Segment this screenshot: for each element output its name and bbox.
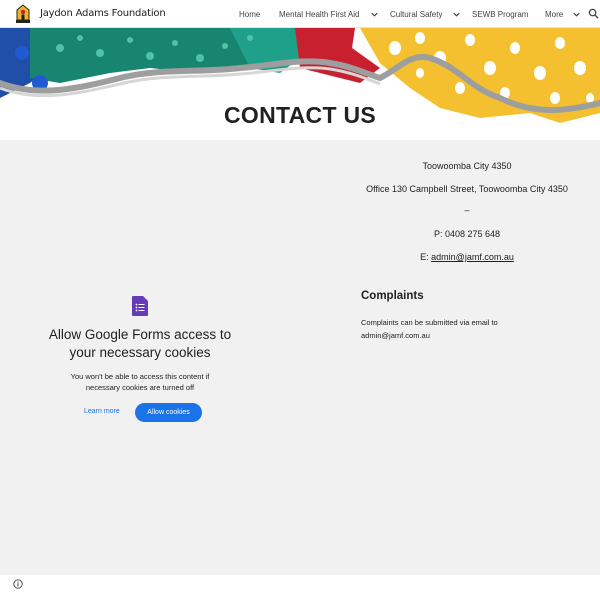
forms-consent-body: You won't be able to access this content…	[70, 372, 210, 392]
learn-more-link[interactable]: Learn more	[84, 408, 120, 415]
nav-home[interactable]: Home	[239, 10, 260, 19]
nav-mental-health-first-aid[interactable]: Mental Health First Aid	[279, 10, 359, 19]
search-icon[interactable]	[588, 8, 599, 19]
contact-email-prefix: E:	[420, 252, 432, 262]
site-title[interactable]: Jaydon Adams Foundation	[40, 8, 166, 19]
page-footer	[0, 575, 600, 600]
site-logo-icon[interactable]	[14, 4, 32, 24]
hero-banner: CONTACT US	[0, 28, 600, 140]
nav-sewb-program[interactable]: SEWB Program	[472, 10, 528, 19]
info-icon[interactable]	[13, 579, 23, 589]
chevron-down-icon[interactable]	[370, 10, 379, 19]
contact-city: Toowoomba City 4350	[422, 161, 512, 171]
nav-cultural-safety[interactable]: Cultural Safety	[390, 10, 442, 19]
contact-email-line: E: admin@jamf.com.au	[356, 252, 578, 262]
chevron-down-icon[interactable]	[572, 10, 581, 19]
allow-cookies-button[interactable]: Allow cookies	[135, 403, 202, 422]
complaints-heading: Complaints	[361, 290, 424, 302]
site-header: Jaydon Adams Foundation Home Mental Heal…	[0, 0, 600, 28]
google-forms-icon	[132, 296, 148, 316]
page-title: CONTACT US	[223, 102, 377, 128]
contact-office: Office 130 Campbell Street, Toowoomba Ci…	[366, 184, 568, 194]
contact-email-link[interactable]: admin@jamf.com.au	[431, 252, 514, 262]
complaints-text: Complaints can be submitted via email to…	[361, 318, 498, 340]
nav-more[interactable]: More	[545, 10, 563, 19]
contact-separator: –	[464, 205, 470, 215]
forms-consent-heading: Allow Google Forms access to your necess…	[48, 327, 232, 360]
chevron-down-icon[interactable]	[452, 10, 461, 19]
main-content: Allow Google Forms access to your necess…	[0, 140, 600, 575]
contact-phone: P: 0408 275 648	[433, 229, 501, 239]
